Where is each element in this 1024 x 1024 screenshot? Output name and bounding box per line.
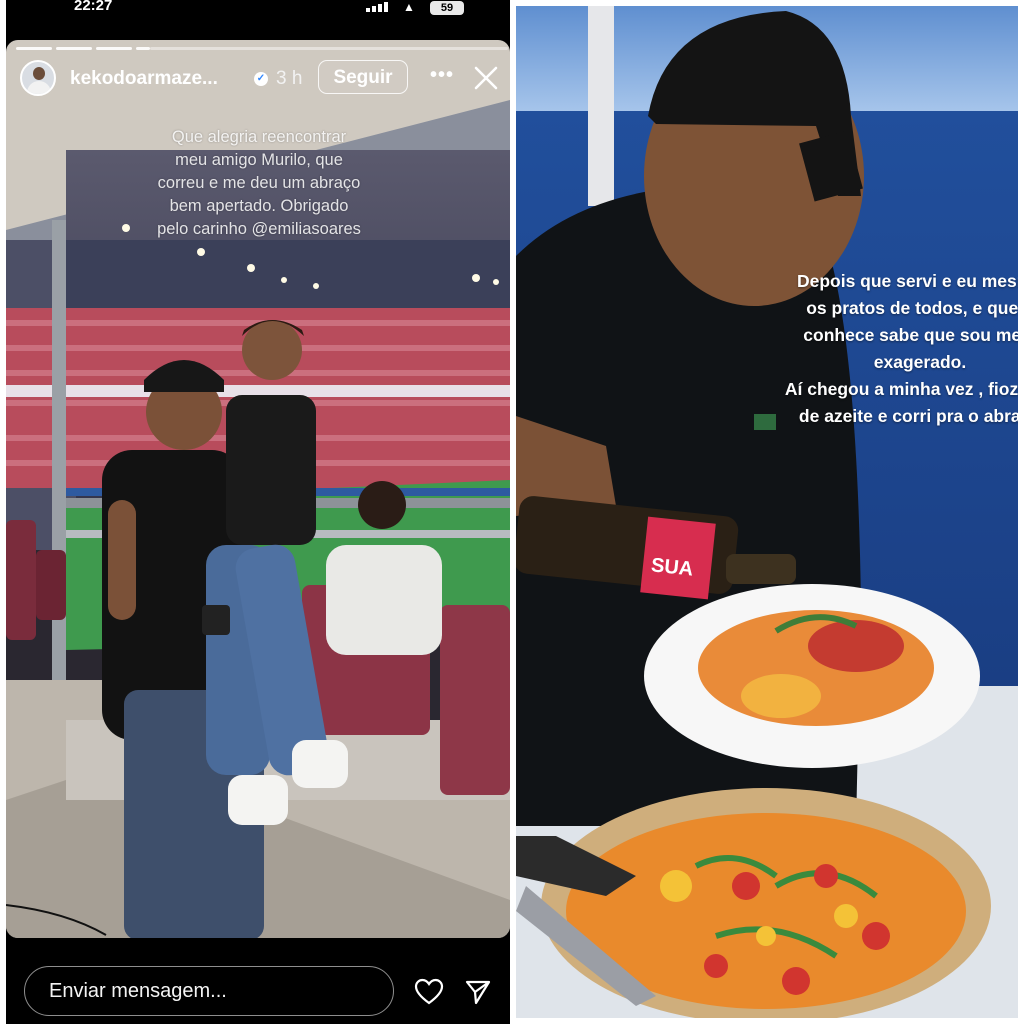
message-placeholder: Enviar mensagem... [49,980,227,1002]
battery-icon: 59 [430,1,464,15]
story-header: kekodoarmaze... ✓ 3 h Seguir ••• [6,58,510,102]
caption-line: os pratos de todos, e quem [806,298,1018,318]
story-progress-bar [16,47,508,50]
avatar[interactable] [20,60,56,96]
more-icon[interactable]: ••• [430,64,454,87]
second-story-image: SUA Depois que servi e eu mesmo os prato… [516,6,1018,1018]
caption-line: Aí chegou a minha vez , fiozinho [784,379,1018,399]
verified-badge-icon: ✓ [254,72,268,86]
reply-bar: Enviar mensagem... [6,938,510,1024]
wifi-icon: ▲ [403,0,415,14]
signal-icon [366,2,388,12]
send-icon[interactable] [464,978,492,1006]
story-caption: Que alegria reencontrar meu amigo Murilo… [114,126,404,241]
instagram-story-screen: 22:27 ▲ 59 kekodoarmaze... ✓ 3 h Seguir … [6,0,510,1024]
bottle-label: SUA [650,554,694,580]
heart-icon[interactable] [414,978,444,1006]
caption-line: exagerado. [873,352,967,372]
caption-line: conhece sabe que sou meio [803,325,1018,345]
caption-line: de azeite e corri pra o abraço [798,406,1018,426]
caption-line: Depois que servi e eu mesmo [796,271,1018,291]
caption-line: Que alegria reencontrar [171,128,347,146]
follow-button[interactable]: Seguir [318,60,408,94]
caption-line: pelo carinho @emiliasoares [157,220,361,238]
caption-line: correu e me deu um abraço [157,174,361,192]
status-bar: 22:27 ▲ 59 [6,0,510,18]
post-time: 3 h [276,68,303,89]
caption-line: meu amigo Murilo, que [175,151,343,169]
close-icon[interactable] [472,64,500,92]
message-input[interactable]: Enviar mensagem... [24,966,394,1016]
username[interactable]: kekodoarmaze... [70,68,218,90]
caption-line: bem apertado. Obrigado [169,197,349,215]
overlay-caption: Depois que servi e eu mesmo os pratos de… [770,268,1018,430]
status-time: 22:27 [74,0,113,14]
